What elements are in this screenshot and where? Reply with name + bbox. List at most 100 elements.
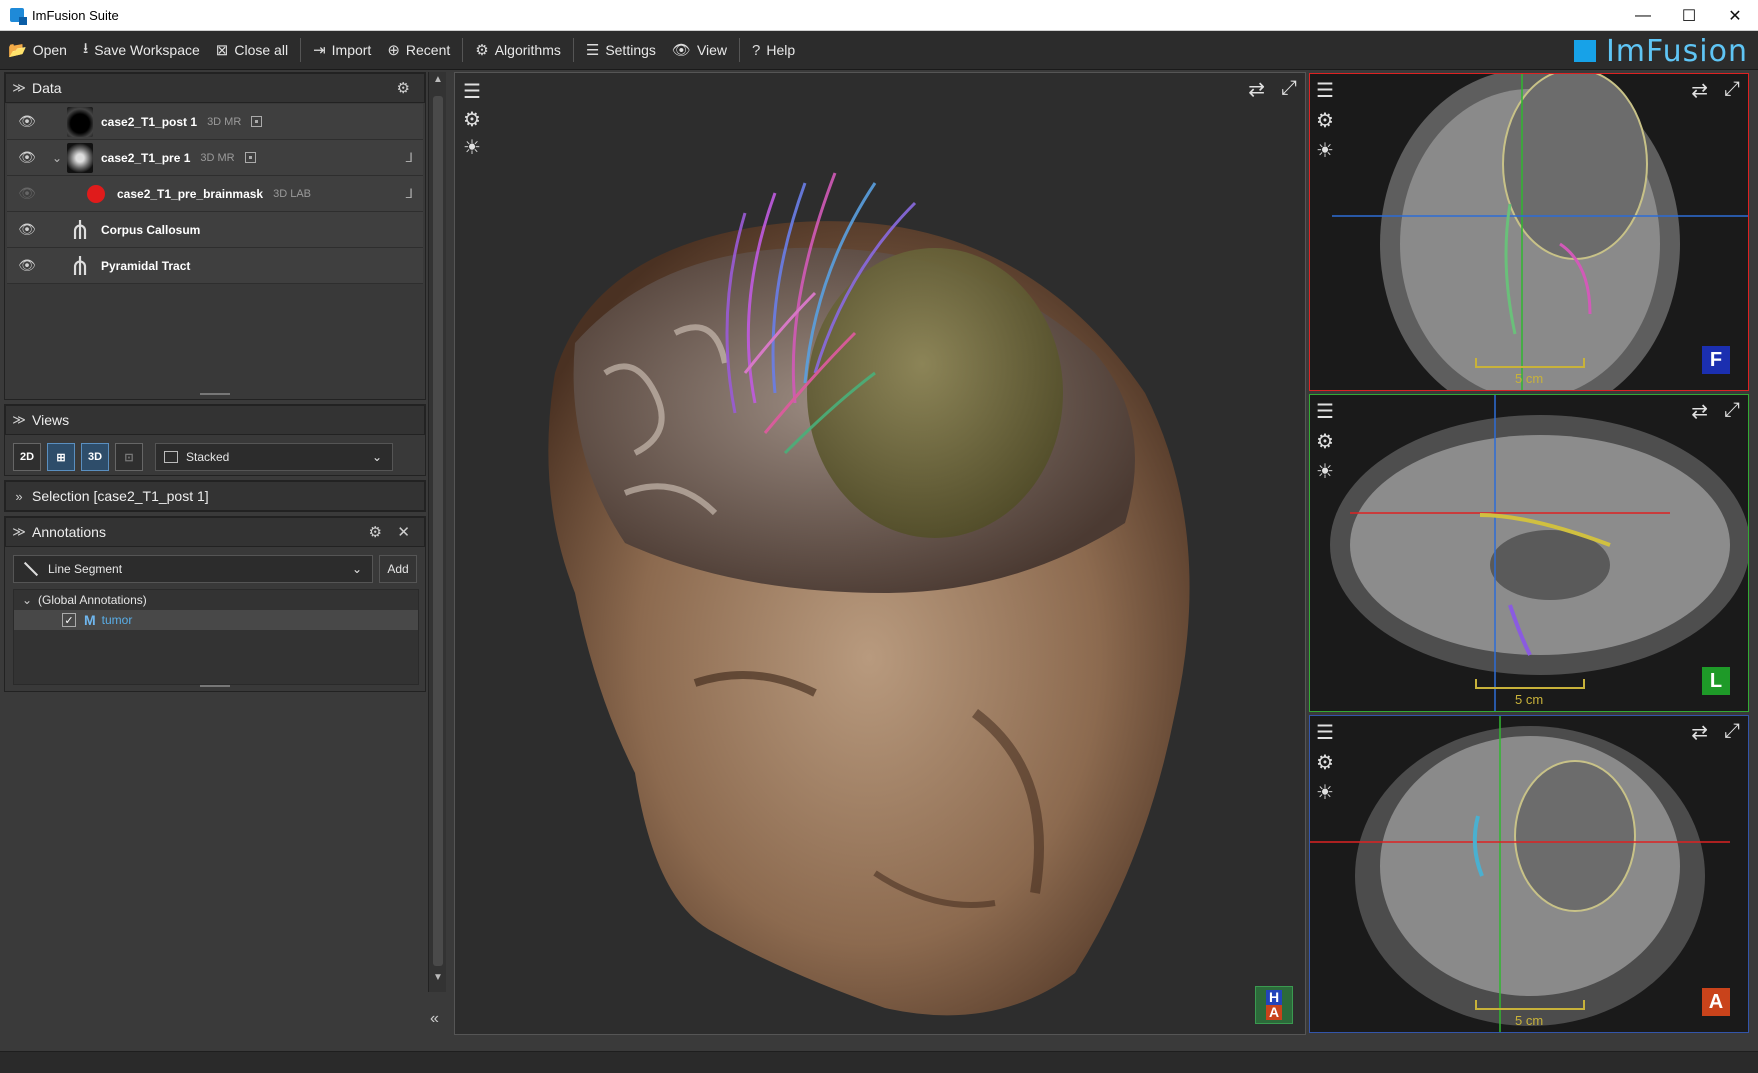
close-button[interactable]: ✕ <box>1712 0 1758 31</box>
selection-box-icon[interactable] <box>244 152 256 163</box>
menu-icon[interactable]: ☰ <box>1316 78 1334 103</box>
scroll-down-icon[interactable]: ▼ <box>429 972 447 990</box>
mask-thumbnail <box>83 179 109 209</box>
annotation-checkbox[interactable]: ✓ <box>62 613 76 627</box>
expand-chevron-icon[interactable]: ⌄ <box>22 593 38 607</box>
data-panel-title: Data <box>32 80 62 96</box>
sagittal-slice-view[interactable]: ☰ ⚙ ☀ ⇄ ⤢ 5 cm L <box>1309 394 1749 712</box>
views-panel-header[interactable]: ≫ Views <box>5 405 425 435</box>
maximize-icon[interactable]: ⤢ <box>1724 720 1740 743</box>
status-bar <box>0 1051 1758 1073</box>
gear-icon[interactable]: ⚙ <box>463 107 481 132</box>
brightness-icon[interactable]: ☀ <box>1316 138 1334 163</box>
data-item[interactable]: 👁 case2_T1_pre_brainmask 3D LAB ⅃ <box>7 176 423 212</box>
maximize-icon[interactable]: ⤢ <box>1724 78 1740 101</box>
scale-bar <box>1475 358 1585 368</box>
collapse-chevron-icon[interactable]: ≫ <box>6 524 32 540</box>
volume-render-view[interactable]: ☰ ⚙ ☀ ⇄ ⤢ H A <box>454 72 1306 1035</box>
fiber-bundle-icon: ⋔ <box>69 214 91 245</box>
data-item[interactable]: 👁 ⋔ Corpus Callosum <box>7 212 423 248</box>
recent-icon: ⊕ <box>387 42 400 59</box>
sliders-icon: ☰ <box>585 42 600 59</box>
annotations-panel-header[interactable]: ≫ Annotations ⚙ ✕ <box>5 517 425 547</box>
visibility-eye-icon[interactable]: 👁 <box>7 113 47 130</box>
brightness-icon[interactable]: ☀ <box>1316 459 1334 484</box>
view-other-button[interactable]: ⊡ <box>115 443 143 471</box>
maximize-icon[interactable]: ⤢ <box>1724 399 1740 422</box>
selection-panel: » Selection [case2_T1_post 1] <box>4 480 426 512</box>
maximize-button[interactable]: ☐ <box>1666 0 1712 31</box>
collapse-chevron-icon[interactable]: ≫ <box>6 412 32 428</box>
expand-chevron-icon[interactable]: ⌄ <box>47 151 67 165</box>
view-button[interactable]: 👁 View <box>664 35 735 65</box>
gear-icon[interactable]: ⚙ <box>1316 429 1334 454</box>
menu-icon[interactable]: ☰ <box>1316 720 1334 745</box>
data-panel-header[interactable]: ≫ Data ⚙ <box>5 73 425 103</box>
settings-button[interactable]: ☰ Settings <box>578 35 664 65</box>
selection-panel-header[interactable]: » Selection [case2_T1_post 1] <box>5 481 425 511</box>
minimize-button[interactable]: — <box>1620 0 1666 31</box>
save-workspace-button[interactable]: ⭳ Save Workspace <box>75 35 208 65</box>
window-controls: — ☐ ✕ <box>1620 0 1758 31</box>
resize-grip[interactable] <box>200 685 230 687</box>
resize-grip[interactable] <box>200 393 230 395</box>
axial-slice-view[interactable]: ☰ ⚙ ☀ ⇄ ⤢ 5 cm F <box>1309 73 1749 391</box>
visibility-eye-icon[interactable]: 👁 <box>7 185 47 202</box>
data-item[interactable]: 👁 ⌄ case2_T1_pre 1 3D MR ⅃ <box>7 140 423 176</box>
swap-icon[interactable]: ⇄ <box>1691 399 1708 424</box>
open-button[interactable]: 📂 Open <box>0 35 75 65</box>
algorithms-button[interactable]: ⚙ Algorithms <box>467 35 569 65</box>
selection-box-icon[interactable] <box>251 116 263 127</box>
brightness-icon[interactable]: ☀ <box>463 135 481 160</box>
coronal-slice-view[interactable]: ☰ ⚙ ☀ ⇄ ⤢ 5 cm A <box>1309 715 1749 1033</box>
add-annotation-button[interactable]: Add <box>379 555 417 583</box>
annotations-panel-title: Annotations <box>32 524 106 540</box>
annotation-item[interactable]: ✓ M tumor <box>14 610 418 630</box>
gear-icon[interactable]: ⚙ <box>1316 750 1334 775</box>
layout-select[interactable]: Stacked ⌄ <box>155 443 393 471</box>
annotation-item-label: tumor <box>101 613 133 627</box>
view-mpr-button[interactable]: ⊞ <box>47 443 75 471</box>
eye-icon: 👁 <box>671 42 691 59</box>
maximize-icon[interactable]: ⤢ <box>1281 77 1297 100</box>
swap-icon[interactable]: ⇄ <box>1691 78 1708 103</box>
visibility-eye-icon[interactable]: 👁 <box>7 257 47 274</box>
download-icon: ⭳ <box>82 39 89 57</box>
view-3d-button[interactable]: 3D <box>81 443 109 471</box>
collapse-sidebar-icon[interactable]: « <box>430 1010 439 1028</box>
scrollbar-thumb[interactable] <box>433 96 443 966</box>
swap-icon[interactable]: ⇄ <box>1248 77 1265 102</box>
gear-icon[interactable]: ⚙ <box>1316 108 1334 133</box>
gear-icon[interactable]: ⚙ <box>369 523 382 541</box>
orientation-cube[interactable]: H A <box>1255 986 1293 1024</box>
annotation-group[interactable]: ⌄ (Global Annotations) <box>14 590 418 610</box>
gear-icon[interactable]: ⚙ <box>397 79 410 97</box>
visibility-eye-icon[interactable]: 👁 <box>7 149 47 166</box>
help-button[interactable]: ? Help <box>744 35 803 65</box>
collapse-chevron-icon[interactable]: ≫ <box>6 80 32 96</box>
data-item[interactable]: 👁 ⋔ Pyramidal Tract <box>7 248 423 284</box>
close-all-button[interactable]: ⊠ Close all <box>208 35 296 65</box>
toolbar-separator <box>739 38 741 62</box>
annotation-tree: ⌄ (Global Annotations) ✓ M tumor <box>13 589 419 685</box>
menu-icon[interactable]: ☰ <box>1316 399 1334 424</box>
scroll-up-icon[interactable]: ▲ <box>429 74 447 92</box>
volume-render-image <box>548 172 1190 1016</box>
close-icon[interactable]: ✕ <box>397 523 410 541</box>
sidebar-scrollbar[interactable]: ▲ ▼ <box>428 72 446 992</box>
sagittal-slice-image <box>1330 395 1748 711</box>
close-box-icon: ⊠ <box>215 42 229 59</box>
view-2d-button[interactable]: 2D <box>13 443 41 471</box>
visibility-eye-icon[interactable]: 👁 <box>7 221 47 238</box>
expand-chevron-icon[interactable]: » <box>6 489 32 504</box>
brightness-icon[interactable]: ☀ <box>1316 780 1334 805</box>
link-icon[interactable]: ⅃ <box>406 150 413 166</box>
import-button[interactable]: ⇥ Import <box>305 35 379 65</box>
menu-icon[interactable]: ☰ <box>463 79 481 104</box>
recent-button[interactable]: ⊕ Recent <box>379 35 458 65</box>
swap-icon[interactable]: ⇄ <box>1691 720 1708 745</box>
mr-thumbnail <box>67 106 93 137</box>
annotation-type-select[interactable]: Line Segment ⌄ <box>13 555 373 583</box>
data-item[interactable]: 👁 case2_T1_post 1 3D MR <box>7 104 423 140</box>
link-icon[interactable]: ⅃ <box>406 186 413 202</box>
